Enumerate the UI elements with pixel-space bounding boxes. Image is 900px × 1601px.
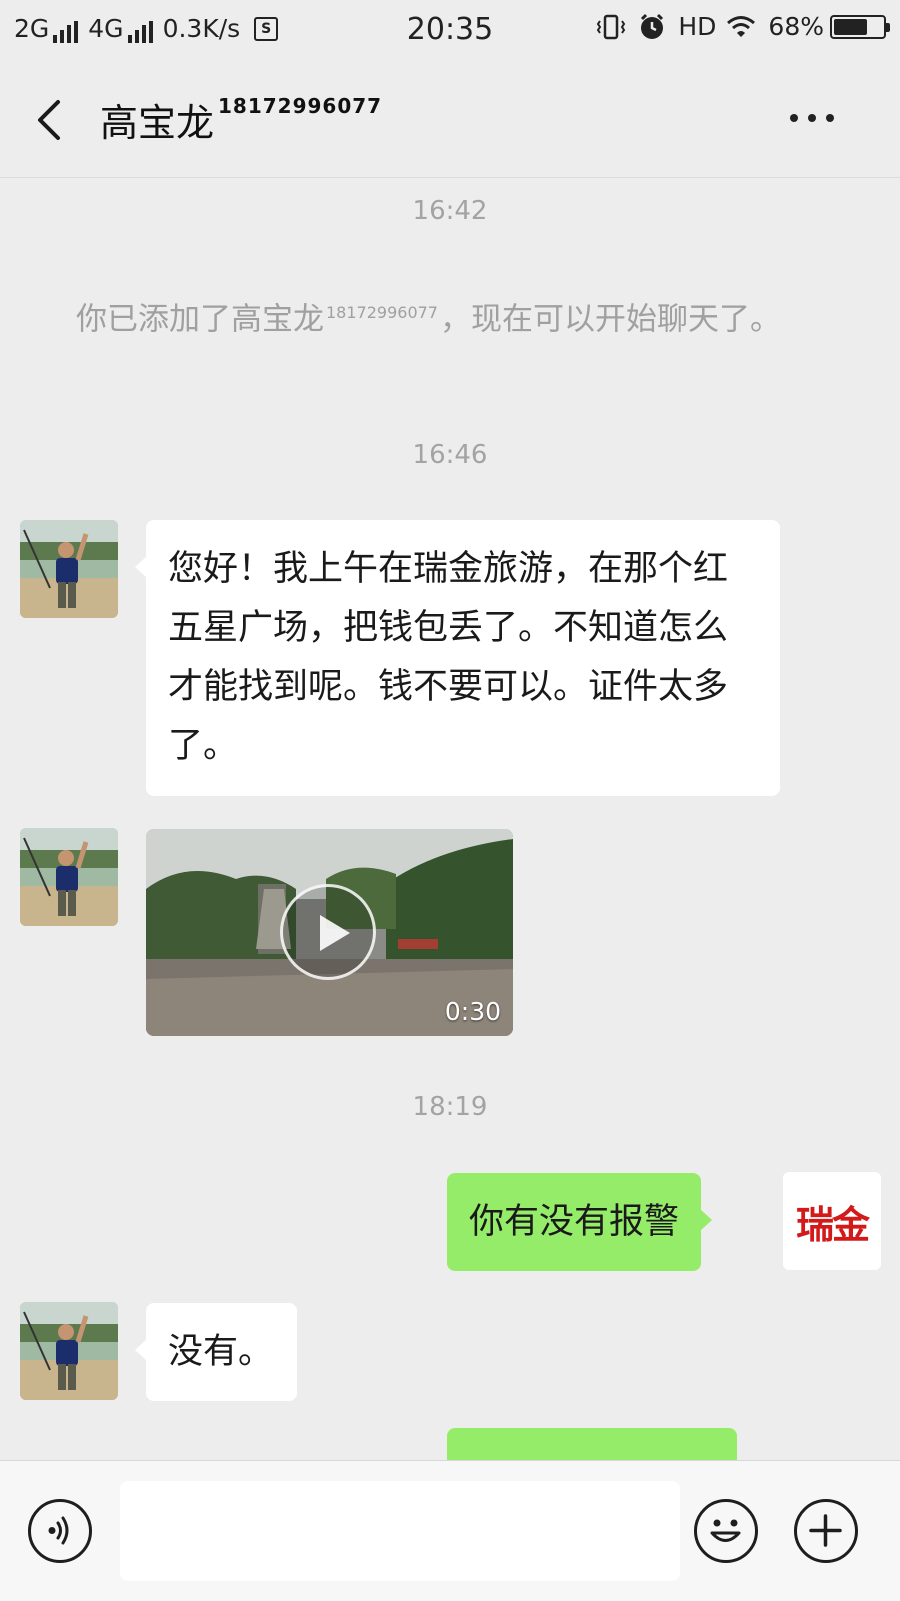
message-input[interactable] bbox=[120, 1481, 680, 1581]
vibrate-icon bbox=[597, 14, 626, 39]
incoming-message-bubble[interactable]: 没有。 bbox=[134, 1303, 298, 1401]
contact-avatar[interactable] bbox=[20, 520, 118, 618]
incoming-message-bubble[interactable]: 您好！我上午在瑞金旅游，在那个红五星广场，把钱包丢了。不知道怎么才能找到呢。钱不… bbox=[135, 520, 780, 796]
input-bar bbox=[0, 1460, 900, 1601]
video-message[interactable]: 0:30 bbox=[146, 829, 513, 1036]
plus-icon[interactable] bbox=[794, 1499, 858, 1563]
my-avatar[interactable]: 瑞金 bbox=[783, 1172, 881, 1270]
system-message: 你已添加了高宝龙 18172996077，现在可以开始聊天了。 bbox=[76, 290, 816, 342]
contact-number: 18172996077 bbox=[218, 94, 383, 118]
alarm-icon bbox=[641, 13, 664, 39]
contact-name: 高宝龙 bbox=[100, 101, 215, 145]
timestamp: 16:42 bbox=[412, 196, 488, 226]
status-right: HD 68% bbox=[596, 12, 890, 41]
voice-icon[interactable] bbox=[28, 1499, 92, 1563]
play-icon[interactable] bbox=[280, 884, 376, 980]
system-message-suffix: ，现在可以开始聊天了。 bbox=[439, 301, 781, 338]
chat-area[interactable]: 16:42 你已添加了高宝龙 18172996077，现在可以开始聊天了。 16:… bbox=[0, 178, 900, 1460]
wifi-icon bbox=[727, 15, 756, 37]
back-chevron-icon[interactable] bbox=[30, 96, 70, 144]
video-duration: 0:30 bbox=[444, 997, 501, 1026]
timestamp: 18:19 bbox=[412, 1092, 488, 1122]
status-bar: 2G 4G 0.3K/s S 20:35 HD 68% bbox=[0, 0, 900, 62]
battery-percent: 68% bbox=[768, 12, 824, 41]
outgoing-message-bubble-partial[interactable] bbox=[447, 1428, 737, 1460]
system-message-number: 18172996077 bbox=[326, 303, 438, 322]
hd-label: HD bbox=[678, 12, 717, 41]
contact-avatar[interactable] bbox=[20, 828, 118, 926]
my-avatar-text: 瑞金 bbox=[795, 1201, 870, 1247]
more-dots-icon[interactable] bbox=[790, 114, 834, 126]
battery-icon bbox=[830, 14, 890, 39]
outgoing-message-bubble[interactable]: 你有没有报警 bbox=[447, 1173, 713, 1271]
page-title: 高宝龙 18172996077 bbox=[100, 92, 382, 147]
battery-level bbox=[834, 18, 867, 35]
timestamp: 16:46 bbox=[412, 440, 488, 470]
emoji-icon[interactable] bbox=[694, 1499, 758, 1563]
system-message-prefix: 你已添加了高宝龙 bbox=[76, 301, 324, 338]
chat-header: 高宝龙 18172996077 bbox=[0, 62, 900, 178]
contact-avatar[interactable] bbox=[20, 1302, 118, 1400]
